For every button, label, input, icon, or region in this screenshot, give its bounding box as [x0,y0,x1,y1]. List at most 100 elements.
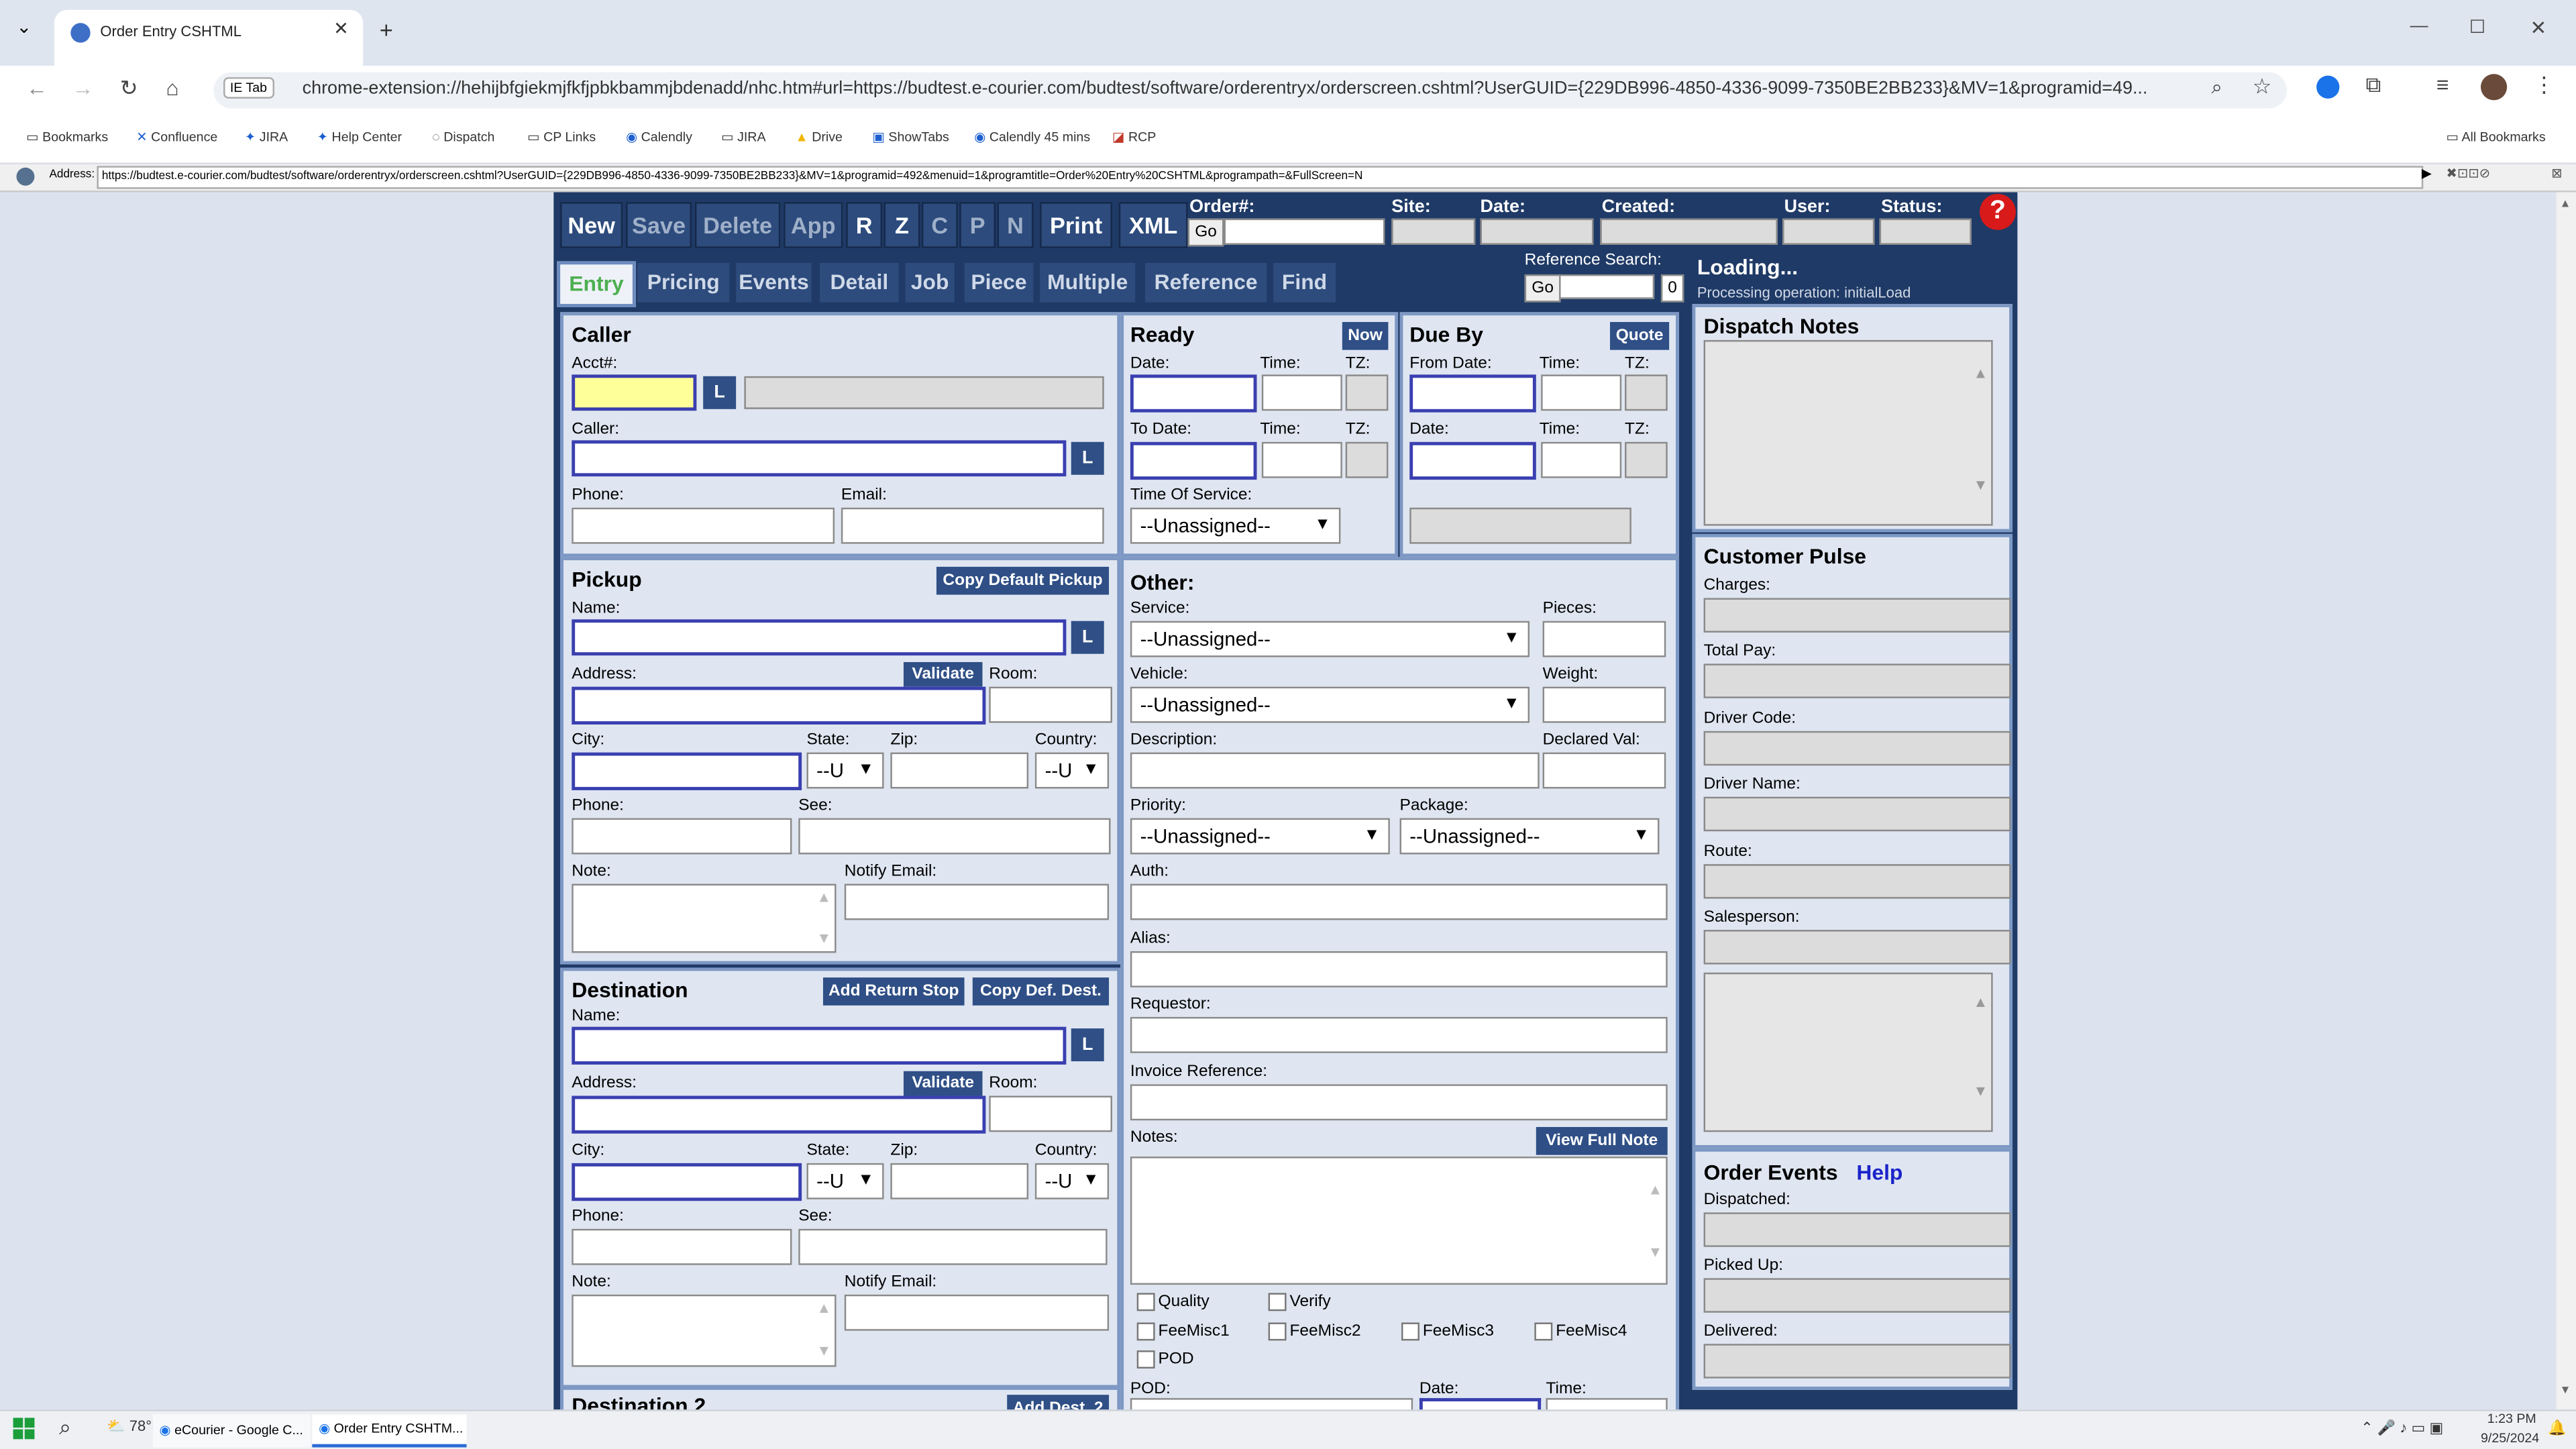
due-time-input[interactable] [1541,441,1622,478]
auth-input[interactable] [1130,883,1668,920]
feemisc1-checkbox[interactable] [1136,1322,1155,1341]
menu-dots-icon[interactable]: ⋮ [2533,72,2555,99]
r-button[interactable]: R [846,202,883,248]
dest-name-input[interactable] [572,1026,1067,1065]
scroll-up-icon[interactable]: ▲ [2560,199,2571,210]
scroll-down-icon[interactable]: ▼ [816,1342,831,1358]
bookmark-calendly[interactable]: ◉ Calendly [626,129,692,144]
dest-validate-button[interactable]: Validate [903,1071,983,1096]
dest-country-select[interactable]: --U ▼ [1034,1163,1110,1199]
pickup-see-input[interactable] [798,818,1111,855]
delete-button[interactable]: Delete [694,202,781,248]
copy-default-pickup-button[interactable]: Copy Default Pickup [936,566,1110,595]
tab-multiple[interactable]: Multiple [1040,262,1136,303]
maximize-icon[interactable]: ☐ [2469,16,2485,38]
tab-detail[interactable]: Detail [820,262,899,303]
close-tab-icon[interactable]: ✕ [333,18,349,39]
caller-phone-input[interactable] [572,507,835,544]
scroll-up-icon[interactable]: ▲ [1973,994,1988,1010]
time-of-service-select[interactable]: --Unassigned-- ▼ [1130,507,1341,544]
pickup-address-input[interactable] [572,686,986,725]
bookmark-jira[interactable]: ✦ JIRA [245,129,288,144]
scroll-down-icon[interactable]: ▼ [2560,1385,2571,1397]
extensions-puzzle-icon[interactable]: ⧉ [2366,72,2381,99]
ie-tools-icon[interactable]: ✖⊡⊡⊘ [2447,166,2491,180]
tab-pricing[interactable]: Pricing [637,262,730,303]
omnibox[interactable]: IE Tab chrome-extension://hehijbfgiekmjf… [213,72,2288,109]
bookmark-showtabs[interactable]: ▣ ShowTabs [872,129,949,144]
scroll-down-icon[interactable]: ▼ [1973,1083,1988,1099]
add-return-stop-button[interactable]: Add Return Stop [822,977,965,1006]
dest-address-input[interactable] [572,1095,986,1134]
feemisc3-checkbox[interactable] [1401,1322,1419,1341]
bookmark-help-center[interactable]: ✦ Help Center [317,129,402,144]
invoice-reference-input[interactable] [1130,1084,1668,1121]
minimize-icon[interactable]: — [2410,16,2428,36]
notification-icon[interactable]: 🔔 [2548,1419,2566,1438]
browser-tab[interactable]: Order Entry CSHTML ✕ [54,9,364,66]
bookmark-star-icon[interactable]: ☆ [2253,74,2272,100]
scroll-down-icon[interactable]: ▼ [1973,476,1988,492]
reference-search-input[interactable] [1559,274,1655,299]
dest-state-select[interactable]: --U ▼ [806,1163,884,1199]
dest-notify-email-input[interactable] [844,1294,1110,1331]
customer-pulse-textarea[interactable]: ▲ ▼ [1703,972,1993,1132]
verify-checkbox[interactable] [1268,1293,1287,1311]
due-date-input[interactable] [1409,441,1536,480]
dispatch-notes-textarea[interactable]: ▲ ▼ [1703,339,1993,526]
scroll-down-icon[interactable]: ▼ [1648,1244,1663,1260]
vehicle-select[interactable]: --Unassigned-- ▼ [1130,686,1530,723]
pickup-phone-input[interactable] [572,818,792,855]
scroll-up-icon[interactable]: ▲ [816,1299,831,1316]
tab-piece[interactable]: Piece [964,262,1034,303]
pieces-input[interactable] [1542,621,1666,657]
ie-tab-chip[interactable]: IE Tab [223,77,274,99]
close-window-icon[interactable]: ✕ [2530,16,2546,39]
feemisc2-checkbox[interactable] [1268,1322,1287,1341]
caller-input[interactable] [572,440,1067,477]
bookmark-confluence[interactable]: ✕ Confluence [136,129,217,144]
dest-note-textarea[interactable]: ▲ ▼ [572,1294,837,1367]
dest-city-input[interactable] [572,1163,802,1201]
package-select[interactable]: --Unassigned-- ▼ [1399,818,1660,855]
z-button[interactable]: Z [883,202,920,248]
zoom-search-icon[interactable]: ⌕ [2211,76,2222,101]
pod-checkbox[interactable] [1136,1350,1155,1369]
bookmark-folder[interactable]: ▭ Bookmarks [26,129,108,144]
order-go-button[interactable]: Go [1187,218,1224,247]
extension-icon[interactable] [2316,75,2340,99]
pickup-zip-input[interactable] [890,752,1029,789]
ready-time-input[interactable] [1261,374,1342,411]
tab-list-icon[interactable]: ⌄ [16,16,32,38]
dest-phone-input[interactable] [572,1228,792,1265]
order-events-help-link[interactable]: Help [1856,1160,1902,1185]
bookmark-calendly-45[interactable]: ◉ Calendly 45 mins [974,129,1090,144]
bookmark-cp-links[interactable]: ▭ CP Links [527,129,596,144]
view-full-note-button[interactable]: View Full Note [1536,1127,1668,1155]
acct-lookup-button[interactable]: L [703,376,737,409]
url-text[interactable]: chrome-extension://hehijbfgiekmjfkfjpbkb… [303,79,2192,99]
scroll-up-icon[interactable]: ▲ [816,889,831,905]
save-button[interactable]: Save [626,202,692,248]
requestor-input[interactable] [1130,1016,1668,1053]
tab-job[interactable]: Job [905,262,955,303]
description-input[interactable] [1130,752,1540,789]
ready-to-date-input[interactable] [1130,441,1257,480]
start-icon[interactable] [13,1417,36,1440]
back-icon[interactable]: ← [26,76,48,101]
feemisc4-checkbox[interactable] [1534,1322,1553,1341]
new-button[interactable]: New [560,202,623,248]
quote-button[interactable]: Quote [1610,322,1670,350]
profile-avatar[interactable] [2480,74,2508,101]
dest-lookup-button[interactable]: L [1071,1028,1104,1062]
home-icon[interactable]: ⌂ [166,76,178,101]
new-tab-icon[interactable]: + [380,16,393,42]
pickup-room-input[interactable] [989,686,1112,723]
ie-address-input[interactable]: https://budtest.e-courier.com/budtest/so… [97,166,2424,189]
taskbar-item-ecourier[interactable]: ◉ eCourier - Google C... [152,1414,311,1448]
now-button[interactable]: Now [1342,322,1389,350]
pickup-lookup-button[interactable]: L [1071,621,1104,654]
print-button[interactable]: Print [1040,202,1112,248]
all-bookmarks[interactable]: ▭ All Bookmarks [2447,129,2546,144]
dest-see-input[interactable] [798,1228,1108,1265]
